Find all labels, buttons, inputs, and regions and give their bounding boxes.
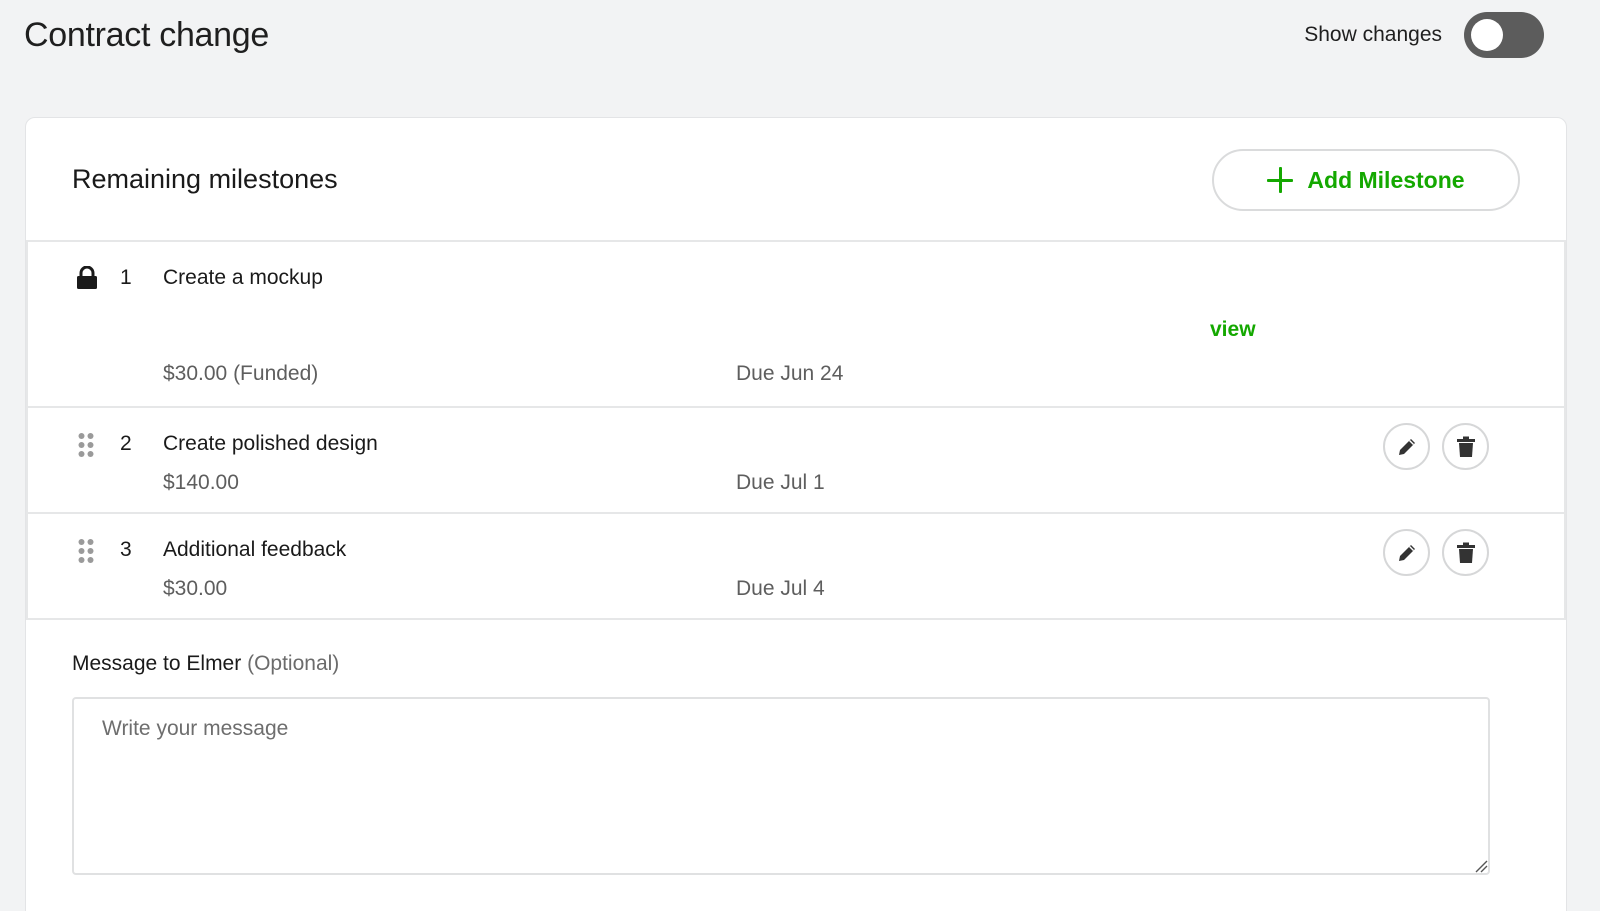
show-changes-toggle[interactable] [1464, 12, 1544, 58]
milestone-number: 3 [120, 538, 132, 561]
show-changes-label: Show changes [1304, 23, 1442, 46]
milestone-title: Additional feedback [163, 538, 347, 561]
drag-handle-icon[interactable] [78, 538, 102, 563]
milestone-due-date: Due Jun 24 [736, 362, 844, 385]
delete-milestone-button[interactable] [1442, 529, 1489, 576]
section-title: Remaining milestones [72, 164, 338, 194]
show-changes-control: Show changes [1304, 12, 1544, 58]
milestone-amount: $140.00 [163, 471, 239, 494]
drag-handle-icon[interactable] [78, 432, 102, 457]
add-milestone-label: Add Milestone [1307, 166, 1465, 193]
milestone-title: Create polished design [163, 432, 378, 455]
message-label: Message to Elmer (Optional) [72, 652, 339, 676]
card-header: Remaining milestones Add Milestone [26, 118, 1566, 242]
milestone-amount: $30.00 (Funded) [163, 362, 319, 385]
message-input[interactable] [72, 697, 1490, 875]
add-milestone-button[interactable]: Add Milestone [1212, 149, 1520, 211]
milestones-card: Remaining milestones Add Milestone 1 Cre… [25, 117, 1567, 911]
pencil-icon [1398, 544, 1415, 561]
delete-milestone-button[interactable] [1442, 423, 1489, 470]
milestone-row: 2 Create polished design $140.00 Due Jul… [26, 408, 1566, 514]
trash-icon [1456, 542, 1475, 563]
milestone-number: 2 [120, 432, 132, 455]
milestone-row: 3 Additional feedback $30.00 Due Jul 4 [26, 514, 1566, 620]
lock-icon [76, 266, 100, 290]
optional-hint: (Optional) [247, 652, 340, 675]
milestone-number: 1 [120, 266, 132, 289]
edit-milestone-button[interactable] [1383, 529, 1430, 576]
message-label-text: Message to Elmer [72, 652, 242, 675]
milestone-due-date: Due Jul 4 [736, 577, 825, 600]
milestone-title: Create a mockup [163, 266, 323, 289]
toggle-knob [1471, 19, 1503, 51]
milestone-due-date: Due Jul 1 [736, 471, 825, 494]
page-title: Contract change [24, 16, 269, 54]
resize-handle-icon[interactable] [1474, 859, 1488, 873]
view-milestone-link[interactable]: view [1210, 318, 1256, 342]
pencil-icon [1398, 438, 1415, 455]
milestone-row: 1 Create a mockup view $30.00 (Funded) D… [26, 242, 1566, 408]
edit-milestone-button[interactable] [1383, 423, 1430, 470]
milestone-amount: $30.00 [163, 577, 228, 600]
plus-icon [1267, 167, 1294, 193]
trash-icon [1456, 436, 1475, 457]
